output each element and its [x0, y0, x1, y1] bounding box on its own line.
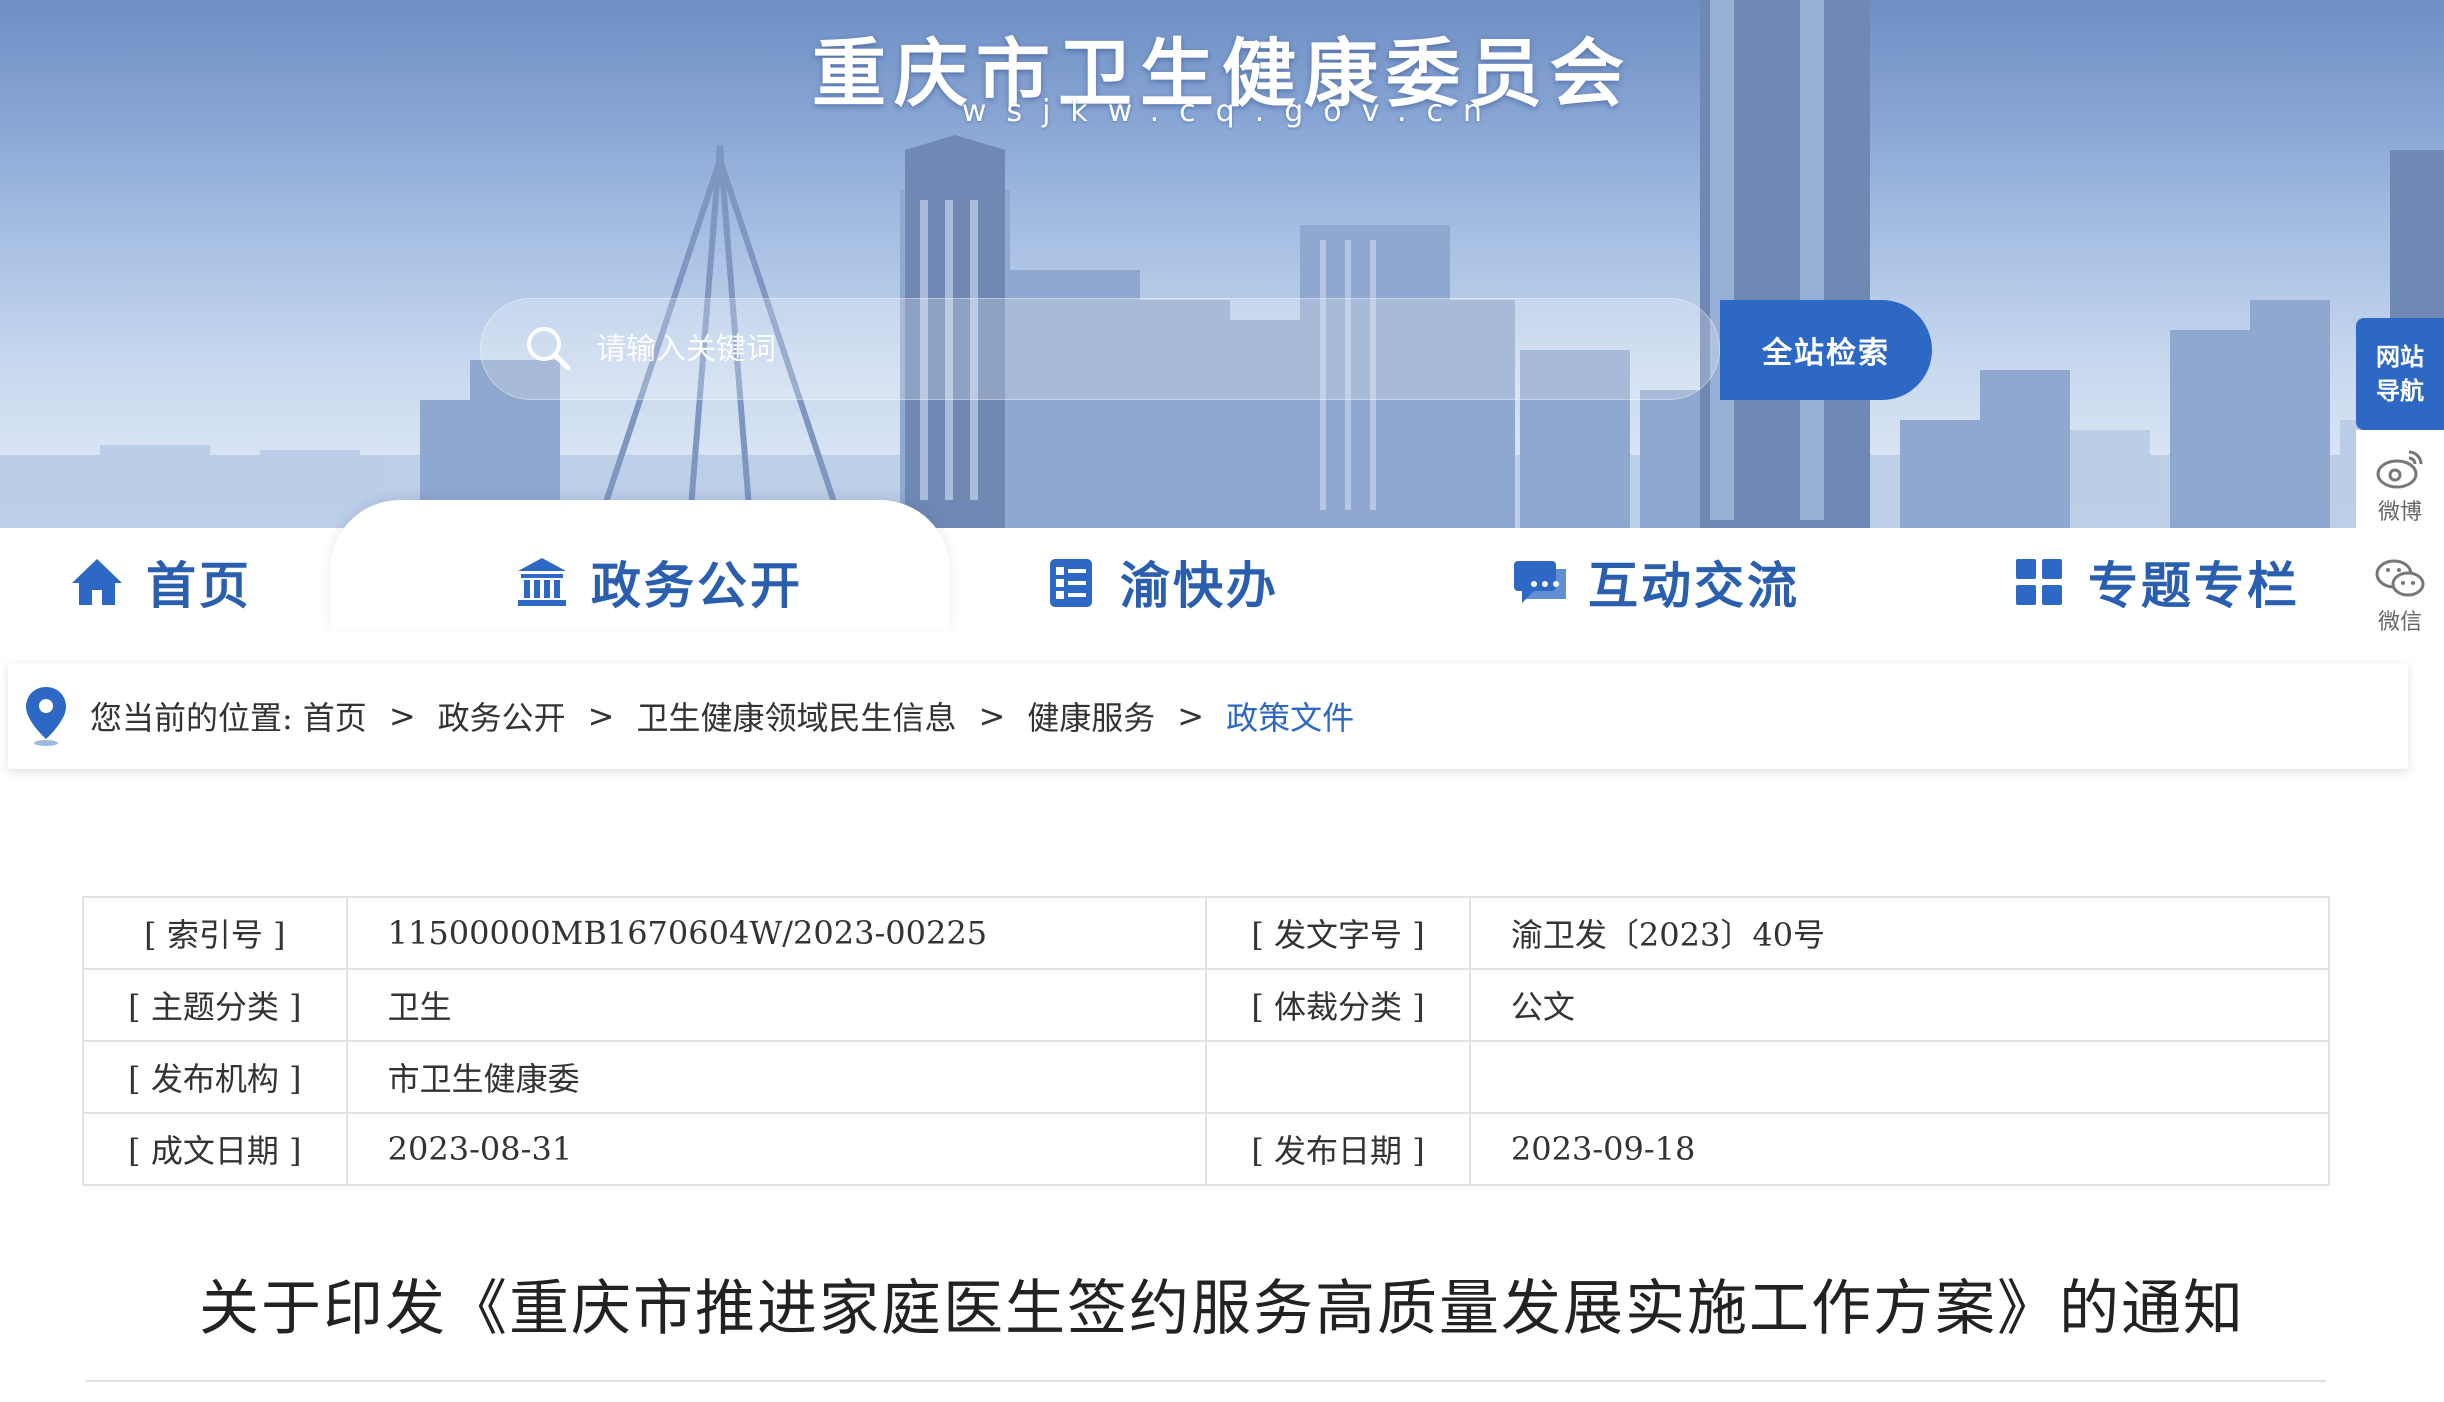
- breadcrumb-item-livelihood-info[interactable]: 卫生健康领域民生信息: [636, 693, 956, 739]
- search-input[interactable]: [596, 320, 1596, 380]
- table-row: [ 主题分类 ] 卫生 [ 体裁分类 ] 公文: [82, 968, 2331, 1042]
- index-number-value: 11500000MB1670604W/2023-00225: [345, 896, 1208, 970]
- breadcrumb-separator: >: [1177, 697, 1205, 735]
- breadcrumb-prefix: 您当前的位置:: [90, 699, 293, 737]
- tab-special-topics[interactable]: 专题专栏: [2012, 534, 2300, 630]
- home-icon: [72, 559, 122, 605]
- table-row: [ 发布机构 ] 市卫生健康委: [82, 1040, 2331, 1114]
- tab-home-label: 首页: [146, 557, 252, 615]
- weibo-icon: [2376, 450, 2423, 489]
- document-number-value: 渝卫发〔2023〕40号: [1468, 896, 2331, 970]
- empty-label-cell: [1205, 1040, 1471, 1114]
- tab-interaction[interactable]: 互动交流: [1512, 534, 1800, 630]
- publisher-label: [ 发布机构 ]: [82, 1040, 348, 1114]
- tab-government-affairs-label: 政务公开: [591, 557, 803, 615]
- location-pin-icon: [26, 687, 66, 746]
- genre-category-value: 公文: [1468, 968, 2331, 1042]
- checklist-icon: [1050, 559, 1092, 607]
- table-row: [ 成文日期 ] 2023-08-31 [ 发布日期 ] 2023-09-18: [82, 1112, 2331, 1186]
- document-title: 关于印发《重庆市推进家庭医生签约服务高质量发展实施工作方案》的通知: [199, 1274, 2245, 1344]
- breadcrumb-separator: >: [978, 697, 1006, 735]
- breadcrumb-item-government-affairs[interactable]: 政务公开: [438, 693, 566, 739]
- floating-sidebar: 网站 导航 微博 微信: [2356, 318, 2444, 650]
- subject-category-label: [ 主题分类 ]: [82, 968, 348, 1042]
- main-nav: 首页 政务公开 渝快办 互动交流 专题专栏: [0, 500, 2360, 630]
- empty-value-cell: [1468, 1040, 2331, 1114]
- breadcrumb-item-policy-documents[interactable]: 政策文件: [1226, 693, 1354, 739]
- site-nav-label-line2: 导航: [2376, 377, 2424, 405]
- document-meta-table: [ 索引号 ] 11500000MB1670604W/2023-00225 [ …: [82, 896, 2331, 1186]
- site-nav-label-line1: 网站: [2376, 343, 2424, 371]
- tab-special-topics-label: 专题专栏: [2088, 557, 2300, 615]
- search-button[interactable]: 全站检索: [1720, 300, 1932, 400]
- document-number-label: [ 发文字号 ]: [1205, 896, 1471, 970]
- title-divider: [86, 1380, 2326, 1382]
- index-number-label: [ 索引号 ]: [82, 896, 348, 970]
- publisher-value: 市卫生健康委: [345, 1040, 1208, 1114]
- government-building-icon: [518, 558, 566, 606]
- weibo-button[interactable]: 微博: [2356, 430, 2444, 540]
- breadcrumb-separator: >: [388, 697, 416, 735]
- tab-government-affairs[interactable]: 政务公开: [515, 534, 803, 630]
- tab-yukuaiban[interactable]: 渝快办: [1044, 534, 1279, 630]
- weibo-label: 微博: [2377, 500, 2422, 525]
- breadcrumb-separator: >: [587, 697, 615, 735]
- breadcrumb-item-home[interactable]: 首页: [303, 693, 367, 739]
- publish-date-value: 2023-09-18: [1468, 1112, 2331, 1186]
- tab-yukuaiban-label: 渝快办: [1120, 557, 1279, 615]
- wechat-icon: [2375, 559, 2425, 597]
- written-date-value: 2023-08-31: [345, 1112, 1208, 1186]
- chat-bubble-icon: [1514, 561, 1566, 603]
- search-icon: [527, 327, 571, 371]
- header-banner: 重庆市卫生健康委员会 wsjkw.cq.gov.cn 全站检索: [0, 0, 2444, 530]
- grid-icon: [2016, 559, 2062, 605]
- wechat-button[interactable]: 微信: [2356, 540, 2444, 650]
- tab-interaction-label: 互动交流: [1588, 557, 1800, 615]
- site-nav-button[interactable]: 网站 导航: [2356, 318, 2444, 430]
- wechat-label: 微信: [2377, 610, 2422, 635]
- genre-category-label: [ 体裁分类 ]: [1205, 968, 1471, 1042]
- breadcrumb-item-health-services[interactable]: 健康服务: [1027, 693, 1155, 739]
- table-row: [ 索引号 ] 11500000MB1670604W/2023-00225 [ …: [82, 896, 2331, 970]
- subject-category-value: 卫生: [345, 968, 1208, 1042]
- written-date-label: [ 成文日期 ]: [82, 1112, 348, 1186]
- tab-home[interactable]: 首页: [70, 534, 252, 630]
- site-domain: wsjkw.cq.gov.cn: [961, 94, 1503, 129]
- breadcrumb: 您当前的位置: 首页 > 政务公开 > 卫生健康领域民生信息 > 健康服务 > …: [8, 663, 2408, 769]
- publish-date-label: [ 发布日期 ]: [1205, 1112, 1471, 1186]
